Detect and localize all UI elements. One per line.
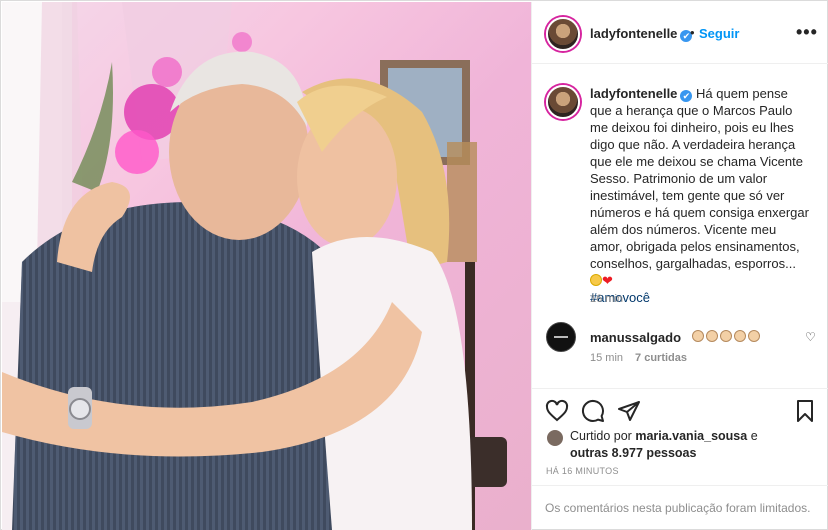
- likes-summary: Curtido por maria.vania_sousa e outras 8…: [546, 428, 816, 468]
- post-header: ladyfontenelle ✔ • Seguir •••: [532, 2, 828, 64]
- caption-text: ladyfontenelle ✔ Há quem pense que a hera…: [590, 85, 810, 306]
- caption-timestamp: 16 min: [590, 293, 624, 305]
- post-time-ago[interactable]: HÁ 16 MINUTOS: [546, 466, 619, 476]
- comments-limited-notice: Os comentários nesta publicação foram li…: [532, 485, 828, 530]
- comment-meta: 15 min 7 curtidas: [590, 352, 687, 364]
- follow-button[interactable]: Seguir: [699, 26, 739, 41]
- comment-bubble-icon[interactable]: [581, 399, 605, 423]
- likes-connector: e: [750, 429, 758, 443]
- red-heart-emoji: ❤: [602, 273, 613, 288]
- paper-plane-icon[interactable]: [617, 399, 641, 423]
- comment-likes-count[interactable]: 7 curtidas: [635, 352, 687, 364]
- separator-dot: •: [690, 25, 695, 40]
- caption-body: Há quem pense que a herança que o Marcos…: [590, 86, 809, 271]
- verified-badge-icon: ✔: [680, 90, 693, 102]
- photo-illustration: [2, 2, 507, 530]
- comments-limited-text: Os comentários nesta publicação foram li…: [545, 501, 811, 515]
- liker-avatar[interactable]: [546, 429, 564, 447]
- clapping-hands-emoji: [720, 330, 732, 342]
- clapping-hands-emoji: [692, 330, 704, 342]
- commenter-avatar[interactable]: [546, 322, 576, 352]
- caption-username[interactable]: ladyfontenelle: [590, 86, 677, 101]
- post-actions-bar: [532, 388, 828, 432]
- clapping-hands-emoji: [748, 330, 760, 342]
- liker-username[interactable]: maria.vania_sousa: [635, 429, 747, 443]
- likes-text: Curtido por maria.vania_sousa e outras 8…: [570, 428, 758, 462]
- heart-outline-icon[interactable]: [545, 399, 569, 423]
- clapping-hands-emoji: [734, 330, 746, 342]
- clapping-hands-emoji-row: [692, 328, 762, 343]
- comment-timestamp: 15 min: [590, 352, 624, 364]
- caption-avatar[interactable]: [546, 85, 580, 119]
- instagram-post: ladyfontenelle ✔ • Seguir ••• ladyfontene…: [0, 0, 828, 530]
- comment-like-heart-icon[interactable]: ♡: [805, 330, 816, 344]
- commenter-username[interactable]: manussalgado: [590, 330, 681, 345]
- bookmark-icon[interactable]: [793, 399, 817, 423]
- clapping-hands-emoji: [706, 330, 718, 342]
- post-sidebar: ladyfontenelle ✔ • Seguir ••• ladyfontene…: [531, 2, 828, 530]
- more-options-icon[interactable]: •••: [796, 22, 818, 43]
- likes-prefix: Curtido por: [570, 429, 632, 443]
- comments-section[interactable]: ladyfontenelle ✔ Há quem pense que a hera…: [532, 65, 828, 388]
- author-username-text[interactable]: ladyfontenelle: [590, 26, 677, 41]
- author-username[interactable]: ladyfontenelle ✔: [590, 26, 693, 42]
- laughing-face-emoji: [590, 274, 602, 286]
- comment-item: manussalgado ♡ 15 min 7 curtidas: [546, 322, 816, 366]
- likes-others-link[interactable]: outras 8.977 pessoas: [570, 446, 696, 460]
- author-avatar[interactable]: [546, 17, 580, 51]
- post-photo[interactable]: [2, 2, 531, 530]
